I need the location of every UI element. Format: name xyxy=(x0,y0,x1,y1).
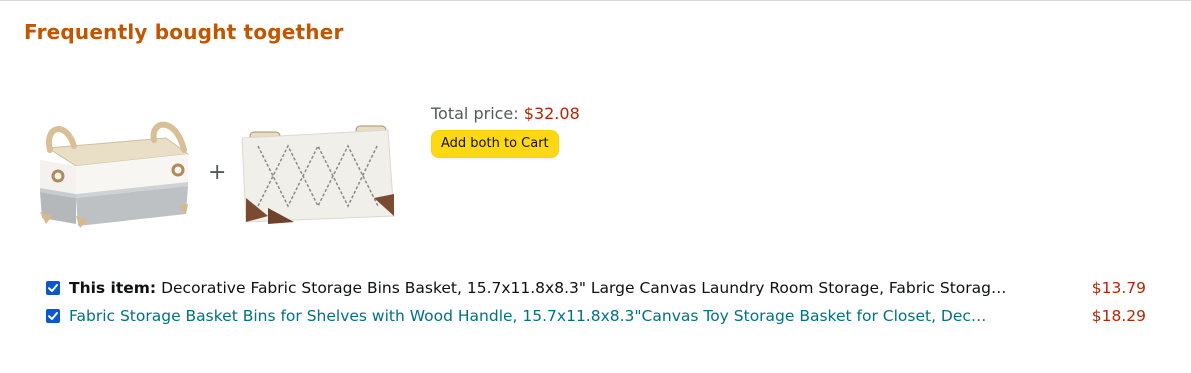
section-divider xyxy=(0,0,1191,1)
item-text: This item: Decorative Fabric Storage Bin… xyxy=(69,279,1074,297)
item-name: Decorative Fabric Storage Bins Basket, 1… xyxy=(161,279,1007,297)
item-link[interactable]: Fabric Storage Basket Bins for Shelves w… xyxy=(69,307,1074,325)
plus-sign: + xyxy=(208,160,227,185)
list-item: Fabric Storage Basket Bins for Shelves w… xyxy=(46,302,1156,330)
bundle-item-list: This item: Decorative Fabric Storage Bin… xyxy=(46,274,1156,330)
item-price: $13.79 xyxy=(1091,279,1146,297)
total-price-line: Total price: $32.08 xyxy=(431,104,580,123)
total-price-label: Total price: xyxy=(431,104,519,123)
section-title: Frequently bought together xyxy=(24,20,344,44)
add-both-to-cart-button[interactable]: Add both to Cart xyxy=(431,130,559,158)
list-item: This item: Decorative Fabric Storage Bin… xyxy=(46,274,1156,302)
this-item-label: This item: xyxy=(69,279,157,297)
product-image-2[interactable] xyxy=(238,116,398,231)
item-checkbox[interactable] xyxy=(46,281,60,295)
item-checkbox[interactable] xyxy=(46,309,60,323)
total-price-value: $32.08 xyxy=(523,104,580,123)
checkmark-icon xyxy=(48,284,58,292)
product-image-1[interactable] xyxy=(36,116,196,231)
price-summary: Total price: $32.08 Add both to Cart xyxy=(431,104,580,158)
checkmark-icon xyxy=(48,312,58,320)
item-price: $18.29 xyxy=(1091,307,1146,325)
